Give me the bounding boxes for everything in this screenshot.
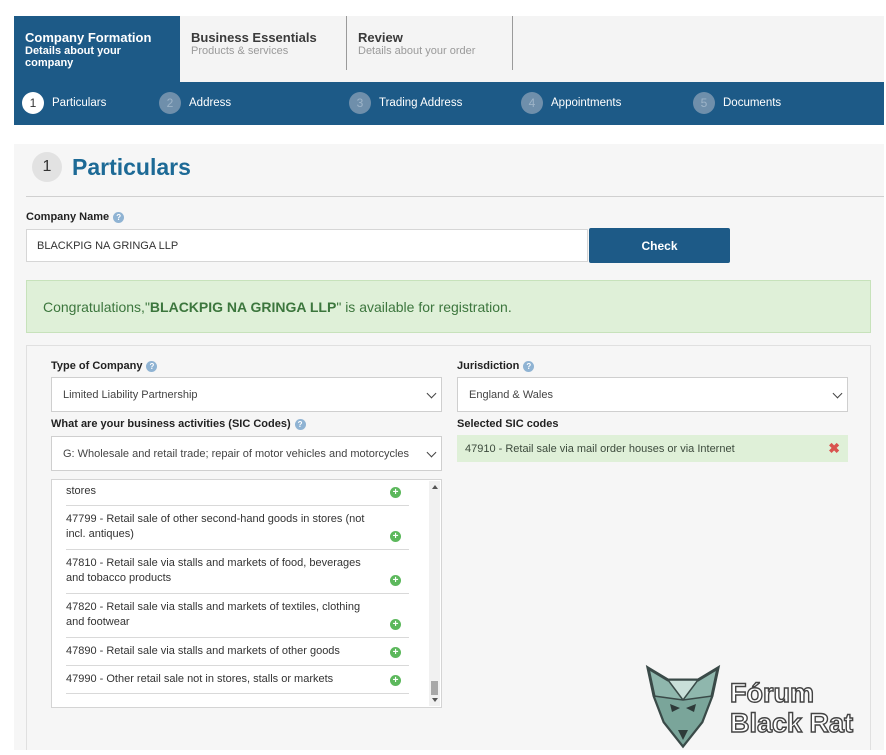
tab-subtitle: Details about your order bbox=[358, 45, 476, 57]
add-icon[interactable]: + bbox=[390, 575, 401, 586]
help-icon[interactable]: ? bbox=[523, 360, 535, 372]
selected-sic-text: 47910 - Retail sale via mail order house… bbox=[465, 442, 735, 455]
selected-sic-label: Selected SIC codes bbox=[457, 418, 559, 430]
add-icon[interactable]: + bbox=[390, 487, 401, 498]
tab-title: Business Essentials bbox=[191, 30, 317, 45]
availability-alert: Congratulations," BLACKPIG NA GRINGA LLP… bbox=[26, 280, 871, 333]
section-number: 1 bbox=[32, 152, 62, 182]
sic-option-text: 47799 - Retail sale of other second-hand… bbox=[66, 513, 365, 540]
sic-option-text: stores bbox=[66, 485, 96, 497]
tab-divider bbox=[512, 16, 513, 70]
step-trading-address[interactable]: 3 Trading Address bbox=[349, 91, 462, 115]
step-appointments[interactable]: 4 Appointments bbox=[521, 91, 621, 115]
sic-option-text: 47810 - Retail sale via stalls and marke… bbox=[66, 557, 361, 584]
step-number: 5 bbox=[693, 92, 715, 114]
type-of-company-label: Type of Company ? bbox=[51, 360, 158, 372]
list-item[interactable]: 47990 - Other retail sale not in stores,… bbox=[66, 666, 409, 694]
step-label: Documents bbox=[723, 97, 782, 109]
help-icon[interactable]: ? bbox=[294, 418, 306, 430]
scroll-up-arrow-icon[interactable] bbox=[432, 485, 438, 489]
step-label: Appointments bbox=[551, 97, 622, 109]
watermark-line-2: Black Rat bbox=[729, 707, 854, 738]
rat-logo-icon bbox=[645, 664, 721, 749]
watermark-line-1: Fórum bbox=[729, 677, 814, 708]
select-value: England & Wales bbox=[469, 388, 553, 401]
help-icon[interactable]: ? bbox=[113, 211, 125, 223]
remove-icon[interactable]: ✖ bbox=[828, 441, 840, 455]
progress-tabs: Company Formation Details about your com… bbox=[14, 16, 884, 82]
tab-title: Company Formation bbox=[25, 30, 152, 45]
sic-code-list[interactable]: stores + 47799 - Retail sale of other se… bbox=[51, 479, 442, 708]
tab-subtitle: Products & services bbox=[191, 45, 289, 57]
tab-subtitle: Details about your company bbox=[25, 45, 121, 69]
tab-review[interactable]: Review Details about your order bbox=[347, 16, 512, 82]
company-name-label: Company Name ? bbox=[26, 211, 125, 223]
step-label: Address bbox=[189, 97, 232, 109]
tab-business-essentials[interactable]: Business Essentials Products & services bbox=[180, 16, 346, 82]
tab-company-formation[interactable]: Company Formation Details about your com… bbox=[14, 16, 180, 82]
step-bar: 1 Particulars 2 Address 3 Trading Addres… bbox=[14, 82, 884, 125]
select-value: G: Wholesale and retail trade; repair of… bbox=[63, 447, 410, 460]
chevron-down-icon bbox=[426, 447, 437, 458]
sic-option-text: 47820 - Retail sale via stalls and marke… bbox=[66, 601, 361, 628]
list-item[interactable]: 47890 - Retail sale via stalls and marke… bbox=[66, 638, 409, 666]
selected-sic-code: 47910 - Retail sale via mail order house… bbox=[457, 435, 848, 462]
check-button[interactable]: Check bbox=[589, 228, 730, 263]
step-label: Trading Address bbox=[379, 97, 463, 109]
label-text: Selected SIC codes bbox=[457, 418, 559, 430]
alert-company-name: BLACKPIG NA GRINGA LLP bbox=[149, 298, 337, 315]
forum-watermark: Fórum Black Rat bbox=[640, 660, 886, 750]
label-text: What are your business activities (SIC C… bbox=[51, 418, 291, 430]
sic-codes-label: What are your business activities (SIC C… bbox=[51, 418, 306, 430]
step-number: 4 bbox=[521, 92, 543, 114]
list-item[interactable]: stores + bbox=[66, 480, 409, 506]
list-scrollbar[interactable] bbox=[429, 481, 440, 706]
step-number: 1 bbox=[22, 92, 44, 114]
type-of-company-select[interactable]: Limited Liability Partnership bbox=[51, 377, 442, 412]
add-icon[interactable]: + bbox=[390, 675, 401, 686]
scroll-down-arrow-icon[interactable] bbox=[432, 698, 438, 702]
scroll-thumb[interactable] bbox=[431, 681, 438, 695]
step-address[interactable]: 2 Address bbox=[159, 91, 231, 115]
alert-prefix: Congratulations," bbox=[43, 298, 150, 315]
alert-suffix: " is available for registration. bbox=[336, 298, 512, 315]
add-icon[interactable]: + bbox=[390, 647, 401, 658]
help-icon[interactable]: ? bbox=[146, 360, 158, 372]
chevron-down-icon bbox=[832, 388, 843, 399]
add-icon[interactable]: + bbox=[390, 531, 401, 542]
select-value: Limited Liability Partnership bbox=[63, 388, 198, 401]
step-particulars[interactable]: 1 Particulars bbox=[22, 91, 106, 115]
company-name-input[interactable] bbox=[26, 229, 588, 262]
jurisdiction-label: Jurisdiction ? bbox=[457, 360, 535, 372]
label-text: Jurisdiction bbox=[457, 360, 520, 372]
step-documents[interactable]: 5 Documents bbox=[693, 91, 781, 115]
sic-option-text: 47990 - Other retail sale not in stores,… bbox=[66, 673, 334, 685]
step-number: 2 bbox=[159, 92, 181, 114]
top-strip bbox=[0, 0, 886, 16]
list-item[interactable]: 47820 - Retail sale via stalls and marke… bbox=[66, 594, 409, 638]
step-label: Particulars bbox=[52, 97, 107, 109]
tab-title: Review bbox=[358, 30, 403, 45]
list-item[interactable]: 47799 - Retail sale of other second-hand… bbox=[66, 506, 409, 550]
jurisdiction-select[interactable]: England & Wales bbox=[457, 377, 848, 412]
sic-section-select[interactable]: G: Wholesale and retail trade; repair of… bbox=[51, 436, 442, 471]
label-text: Company Name bbox=[26, 211, 110, 223]
sic-option-text: 47890 - Retail sale via stalls and marke… bbox=[66, 645, 340, 657]
add-icon[interactable]: + bbox=[390, 619, 401, 630]
page-title: Particulars bbox=[72, 154, 191, 180]
divider bbox=[26, 196, 884, 197]
step-number: 3 bbox=[349, 92, 371, 114]
chevron-down-icon bbox=[426, 388, 437, 399]
list-item[interactable]: 47810 - Retail sale via stalls and marke… bbox=[66, 550, 409, 594]
label-text: Type of Company bbox=[51, 360, 143, 372]
